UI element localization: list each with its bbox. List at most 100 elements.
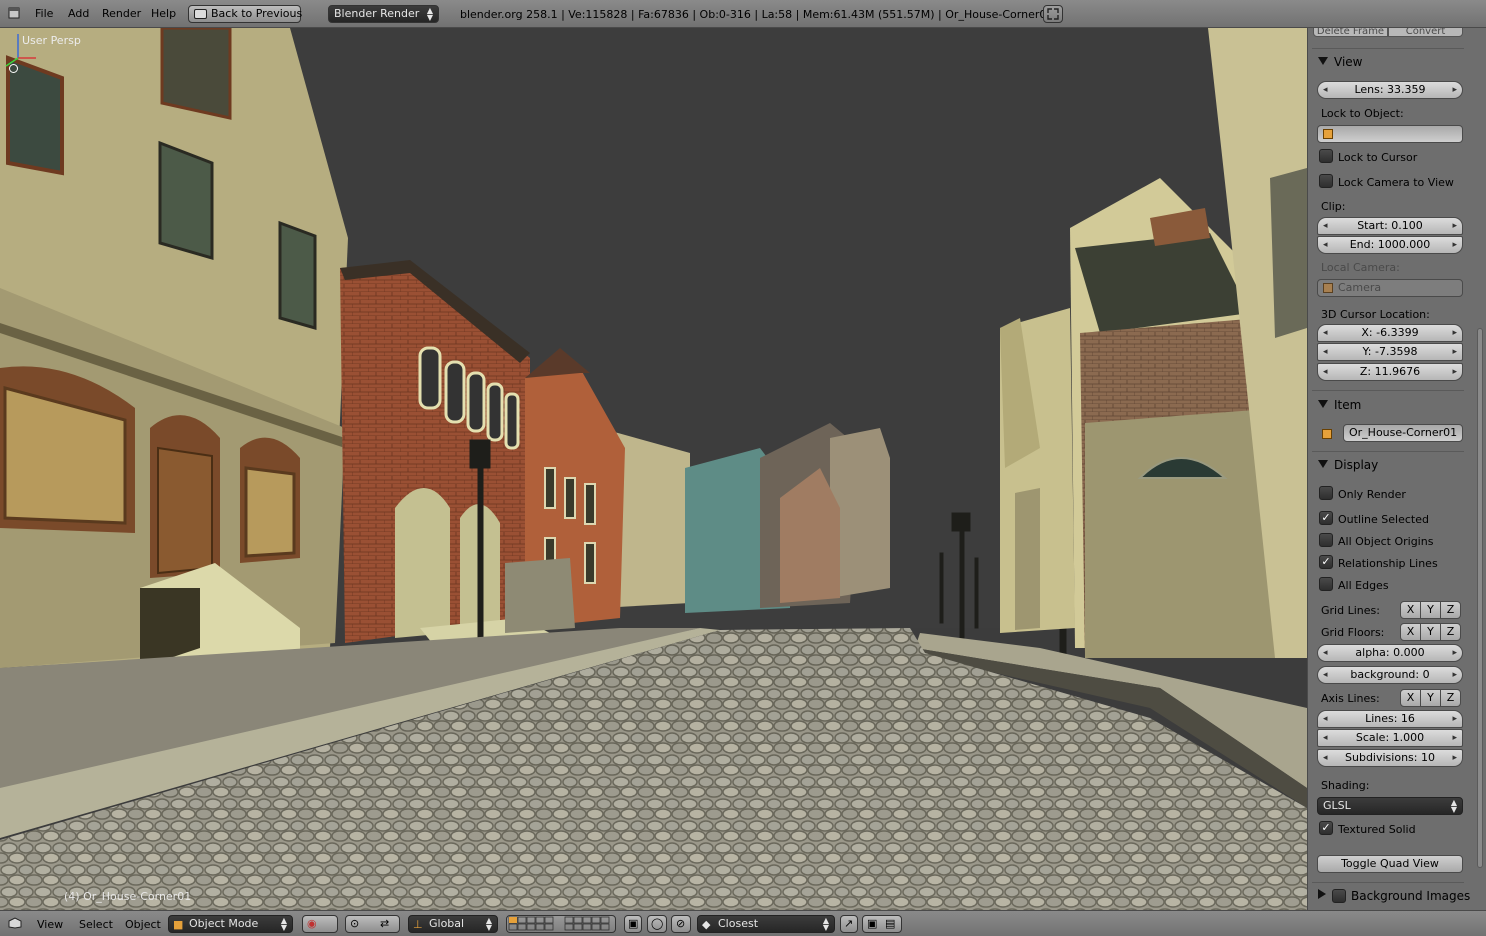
cursor-x-field[interactable]: X: -6.3399: [1317, 324, 1463, 342]
grid-lines-z-toggle[interactable]: Z: [1440, 601, 1461, 619]
clip-label: Clip:: [1321, 200, 1346, 213]
viewport-scene: [0, 28, 1307, 910]
object-name-field[interactable]: Or_House-Corner01: [1343, 424, 1463, 442]
snap-element-icon: ◆: [702, 918, 711, 931]
magnet-icon: ⊘: [676, 917, 686, 930]
disclosure-closed-icon: [1318, 889, 1326, 899]
menu-render[interactable]: Render: [102, 7, 141, 20]
properties-scrollbar[interactable]: [1477, 328, 1483, 868]
relationship-lines-checkbox[interactable]: ✓: [1319, 555, 1333, 569]
grid-lines-count-field[interactable]: Lines: 16: [1317, 710, 1463, 728]
background-field[interactable]: background: 0: [1317, 666, 1463, 684]
shading-select[interactable]: GLSL ▲ ▼: [1317, 797, 1463, 815]
grid-lines-y-toggle[interactable]: Y: [1420, 601, 1441, 619]
pivot-icon: ⊙: [350, 917, 360, 930]
clip-start-field[interactable]: Start: 0.100: [1317, 217, 1463, 235]
viewport-shading-button[interactable]: ◉: [302, 915, 338, 933]
updown-arrows-icon: ▲ ▼: [822, 916, 829, 932]
top-buttons: Delete Frame Convert: [1313, 28, 1463, 37]
back-to-previous-label: Back to Previous: [211, 7, 303, 20]
grid-subdivisions-field[interactable]: Subdivisions: 10: [1317, 749, 1463, 767]
view-panel-header[interactable]: View: [1314, 55, 1464, 75]
lock-to-object-label: Lock to Object:: [1321, 107, 1404, 120]
relationship-lines-label: Relationship Lines: [1338, 557, 1438, 570]
grid-scale-field[interactable]: Scale: 1.000: [1317, 729, 1463, 747]
menu-object[interactable]: Object: [125, 918, 161, 931]
outline-selected-label: Outline Selected: [1338, 513, 1429, 526]
item-panel-header[interactable]: Item: [1314, 398, 1464, 418]
cursor-y-field[interactable]: Y: -7.3598: [1317, 343, 1463, 361]
only-render-checkbox[interactable]: [1319, 486, 1333, 500]
axis-lines-y-toggle[interactable]: Y: [1420, 689, 1441, 707]
proportional-icon: ◯: [651, 917, 664, 930]
editor-type-icon[interactable]: [8, 7, 20, 19]
grid-floors-z-toggle[interactable]: Z: [1440, 623, 1461, 641]
display-panel-header[interactable]: Display: [1314, 458, 1464, 478]
grid-floors-label: Grid Floors:: [1321, 626, 1385, 639]
lock-layers-button[interactable]: ▣: [624, 915, 642, 933]
axis-lines-label: Axis Lines:: [1321, 692, 1380, 705]
fullscreen-button[interactable]: [1043, 5, 1063, 23]
all-edges-checkbox[interactable]: [1319, 577, 1333, 591]
screen-icon: [194, 9, 207, 19]
properties-sidebar: Delete Frame Convert View Lens: 33.359 L…: [1307, 28, 1486, 910]
layers-lock-icon: ▣: [628, 917, 639, 930]
grid-floors-x-toggle[interactable]: X: [1400, 623, 1421, 641]
camera-render-icon: ▣: [867, 917, 878, 930]
alpha-field[interactable]: alpha: 0.000: [1317, 644, 1463, 662]
object-cube-icon: ■: [173, 918, 184, 931]
snap-align-button[interactable]: ↗: [840, 915, 858, 933]
disclosure-open-icon: [1318, 57, 1328, 65]
menu-add[interactable]: Add: [68, 7, 89, 20]
cursor-z-field[interactable]: Z: 11.9676: [1317, 363, 1463, 381]
menu-help[interactable]: Help: [151, 7, 176, 20]
active-object-label: (4) Or_House-Corner01: [64, 890, 192, 903]
view-panel-title: View: [1334, 55, 1363, 69]
background-images-checkbox[interactable]: [1332, 889, 1346, 903]
back-to-previous-button[interactable]: Back to Previous: [188, 5, 303, 23]
all-object-origins-checkbox[interactable]: [1319, 533, 1333, 547]
menu-view[interactable]: View: [37, 918, 63, 931]
lens-field[interactable]: Lens: 33.359: [1317, 81, 1463, 99]
axis-gizmo-icon: [5, 34, 36, 67]
axis-icon: ⊥: [413, 918, 423, 931]
proportional-edit-button[interactable]: ◯: [647, 915, 667, 933]
snap-target-select[interactable]: ◆ Closest ▲ ▼: [697, 915, 835, 933]
top-header: File Add Render Help Back to Previous Bl…: [0, 0, 1486, 28]
lock-to-object-field[interactable]: [1317, 125, 1463, 143]
editor-type-icon[interactable]: [8, 917, 22, 929]
divider: [1312, 451, 1464, 452]
transform-orientation-select[interactable]: ⊥ Global ▲ ▼: [408, 915, 498, 933]
lock-camera-to-view-checkbox[interactable]: [1319, 174, 1333, 188]
display-panel-title: Display: [1334, 458, 1379, 472]
mode-select[interactable]: ■ Object Mode ▲ ▼: [168, 915, 293, 933]
delete-frame-button[interactable]: Delete Frame: [1313, 28, 1388, 37]
grid-floors-y-toggle[interactable]: Y: [1420, 623, 1441, 641]
menu-select[interactable]: Select: [79, 918, 113, 931]
axis-lines-z-toggle[interactable]: Z: [1440, 689, 1461, 707]
orientation-value: Global: [429, 917, 465, 930]
outline-selected-checkbox[interactable]: ✓: [1319, 511, 1333, 525]
cursor-location-label: 3D Cursor Location:: [1321, 308, 1430, 321]
clip-end-field[interactable]: End: 1000.000: [1317, 236, 1463, 254]
background-images-panel-header[interactable]: Background Images: [1314, 889, 1474, 909]
pivot-point-button[interactable]: ⊙ ⇄: [345, 915, 400, 933]
axis-lines-x-toggle[interactable]: X: [1400, 689, 1421, 707]
snap-target-value: Closest: [718, 917, 759, 930]
lock-to-cursor-checkbox[interactable]: [1319, 149, 1333, 163]
grid-lines-label: Grid Lines:: [1321, 604, 1380, 617]
lock-camera-to-view-label: Lock Camera to View: [1338, 176, 1454, 189]
grid-lines-x-toggle[interactable]: X: [1400, 601, 1421, 619]
updown-arrows-icon: ▲ ▼: [485, 916, 492, 932]
3d-viewport[interactable]: User Persp (4) Or_House-Corner01: [0, 28, 1307, 910]
render-buttons[interactable]: ▣ ▤: [862, 915, 902, 933]
render-engine-select[interactable]: Blender Render ▲ ▼: [328, 5, 439, 23]
all-edges-label: All Edges: [1338, 579, 1389, 592]
layer-buttons[interactable]: [506, 915, 616, 933]
snap-toggle-button[interactable]: ⊘: [671, 915, 691, 933]
convert-button[interactable]: Convert: [1388, 28, 1463, 37]
textured-solid-checkbox[interactable]: ✓: [1319, 821, 1333, 835]
toggle-quad-view-button[interactable]: Toggle Quad View: [1317, 855, 1463, 873]
grid-floors-axes: X Y Z: [1400, 623, 1461, 641]
menu-file[interactable]: File: [35, 7, 53, 20]
